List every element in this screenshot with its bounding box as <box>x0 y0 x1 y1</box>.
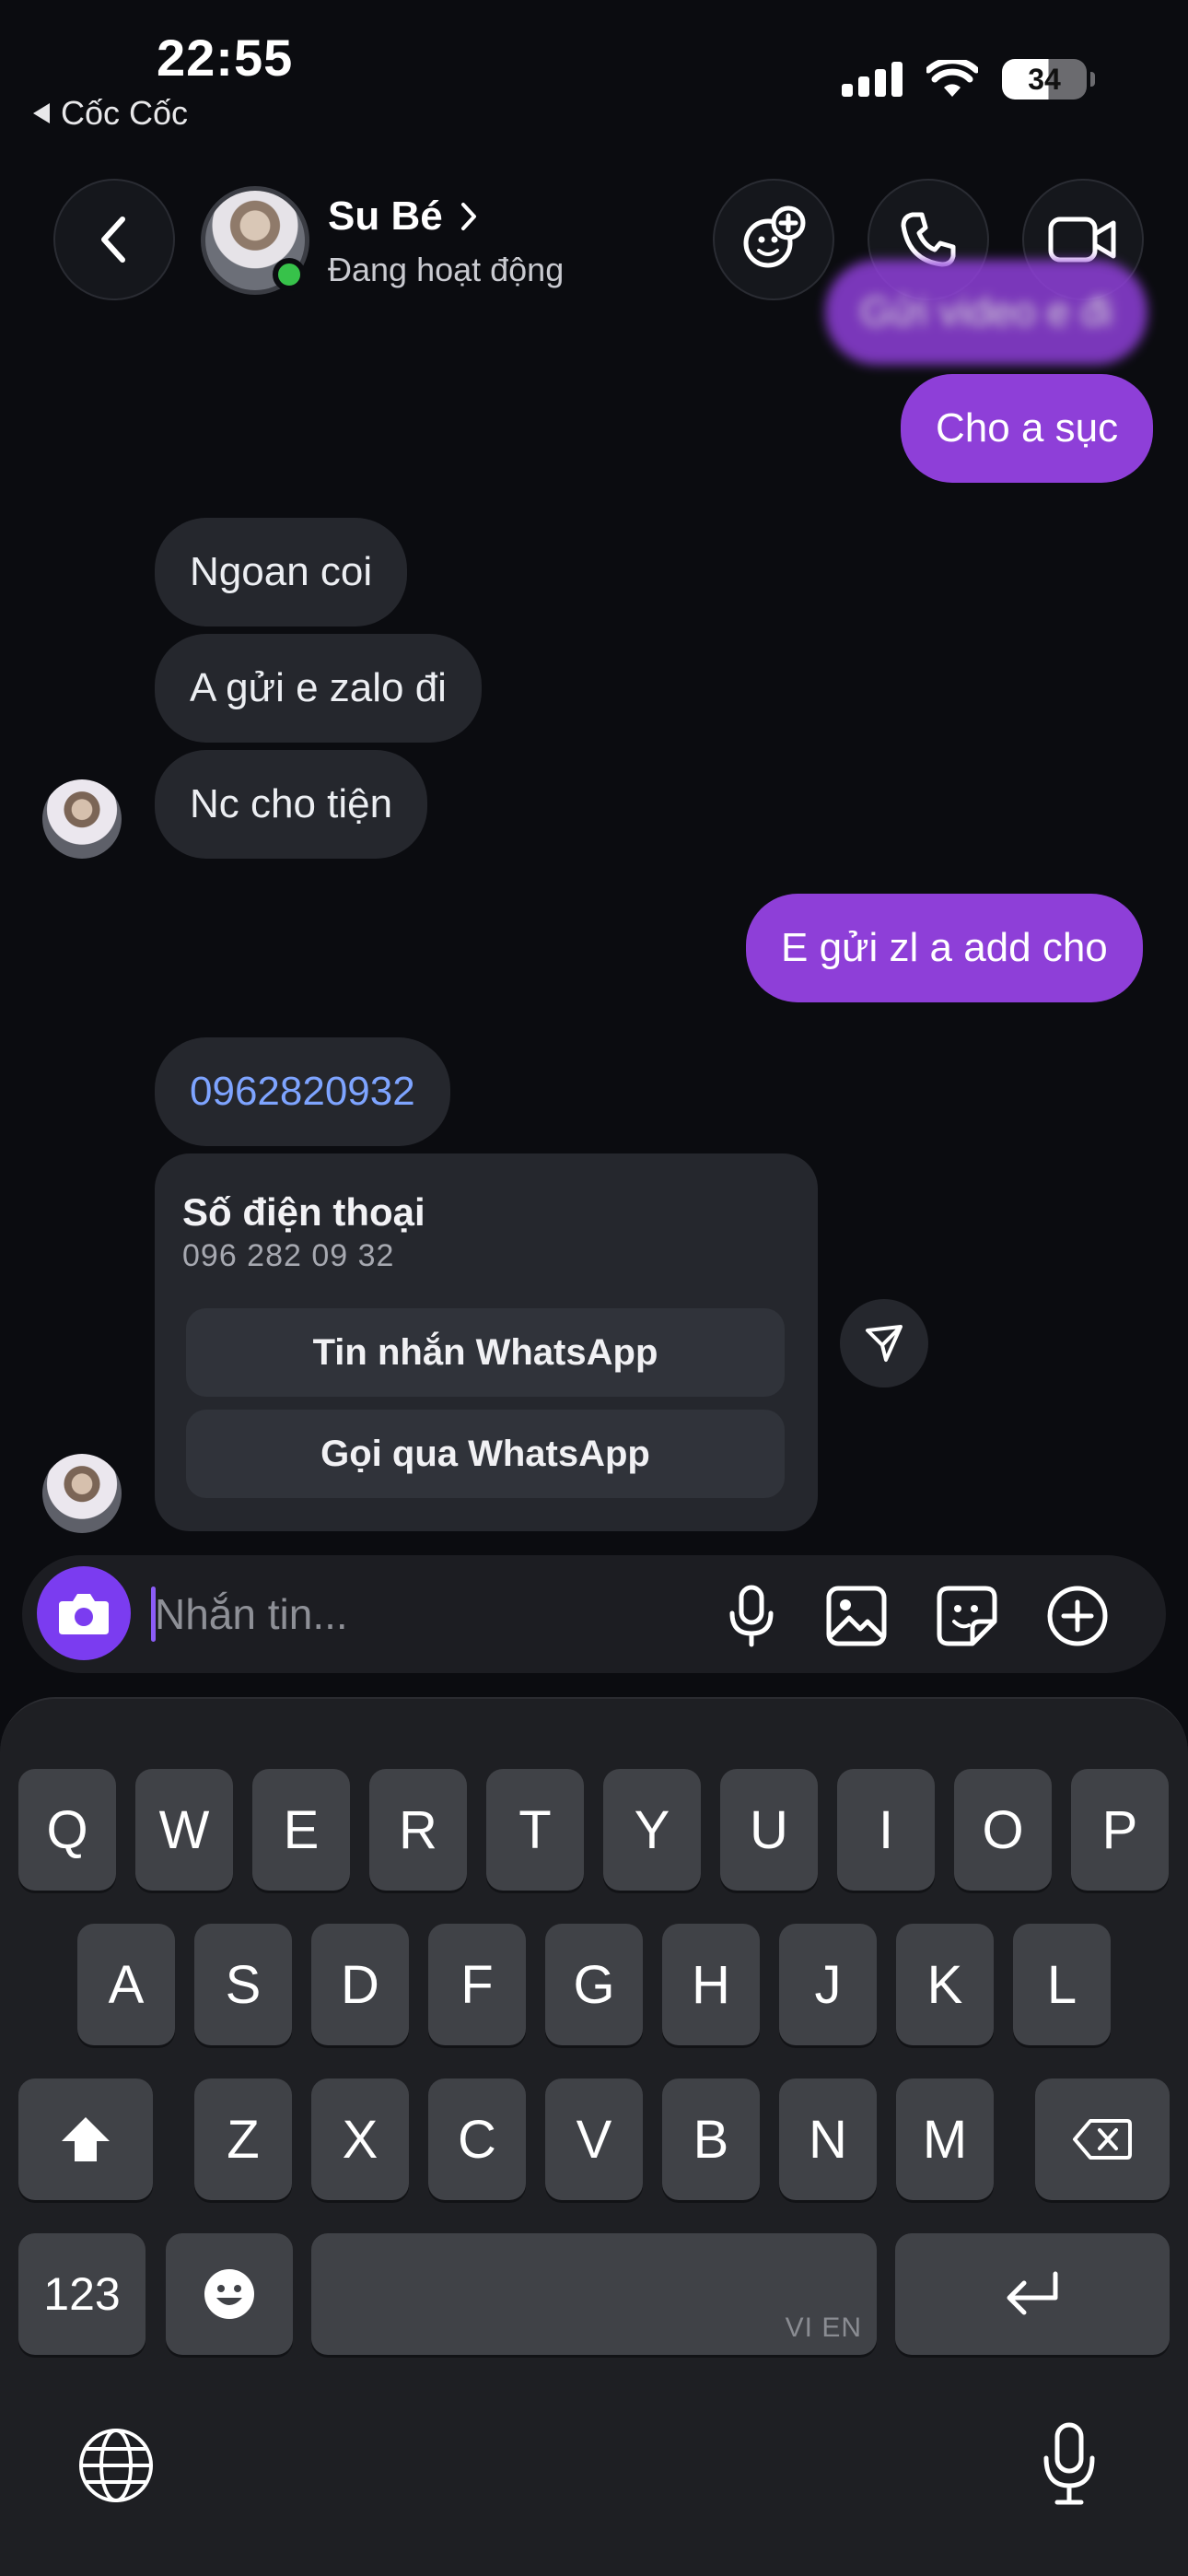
globe-button[interactable] <box>77 2427 155 2509</box>
gallery-button[interactable] <box>821 1581 891 1651</box>
emoji-key[interactable] <box>166 2233 293 2355</box>
key-d[interactable]: D <box>311 1924 409 2045</box>
key-n[interactable]: N <box>779 2078 877 2200</box>
key-x[interactable]: X <box>311 2078 409 2200</box>
whatsapp-call-button[interactable]: Gọi qua WhatsApp <box>186 1410 785 1498</box>
phone-number-message[interactable]: 0962820932 <box>155 1037 450 1146</box>
phone-number-card: Số điện thoại 096 282 09 32 Tin nhắn Wha… <box>155 1153 818 1531</box>
whatsapp-message-button[interactable]: Tin nhắn WhatsApp <box>186 1308 785 1397</box>
shift-arrow-icon <box>62 2117 110 2161</box>
key-r[interactable]: R <box>369 1769 467 1891</box>
cellular-signal-icon <box>842 62 903 97</box>
key-p[interactable]: P <box>1071 1769 1169 1891</box>
message-bubble-outgoing[interactable]: E gửi zl a add cho <box>746 894 1143 1002</box>
key-h[interactable]: H <box>662 1924 760 2045</box>
message-bubble-incoming[interactable]: Ngoan coi <box>155 518 408 626</box>
key-z[interactable]: Z <box>194 2078 292 2200</box>
camera-button[interactable] <box>37 1566 131 1660</box>
wifi-icon <box>926 60 978 97</box>
globe-icon <box>79 2429 153 2502</box>
key-g[interactable]: G <box>545 1924 643 2045</box>
message-bubble-incoming[interactable]: A gửi e zalo đi <box>155 634 482 743</box>
key-w[interactable]: W <box>135 1769 233 1891</box>
key-l[interactable]: L <box>1013 1924 1111 2045</box>
key-j[interactable]: J <box>779 1924 877 2045</box>
plus-circle-icon <box>1047 1586 1108 1646</box>
shift-key[interactable] <box>18 2078 153 2200</box>
backspace-icon <box>1073 2119 1132 2160</box>
key-e[interactable]: E <box>252 1769 350 1891</box>
sticker-icon <box>937 1586 997 1646</box>
key-c[interactable]: C <box>428 2078 526 2200</box>
key-o[interactable]: O <box>954 1769 1052 1891</box>
camera-icon <box>59 1594 109 1634</box>
send-arrow-icon <box>866 1325 903 1362</box>
message-input[interactable] <box>155 1581 670 1647</box>
status-time: 22:55 <box>157 29 294 87</box>
back-button[interactable] <box>53 179 175 300</box>
key-v[interactable]: V <box>545 2078 643 2200</box>
message-bubble-outgoing[interactable]: Cho a sục <box>901 374 1154 483</box>
space-language-label: VI EN <box>785 2313 862 2343</box>
more-options-button[interactable] <box>1042 1581 1112 1651</box>
key-s[interactable]: S <box>194 1924 292 2045</box>
key-q[interactable]: Q <box>18 1769 116 1891</box>
key-m[interactable]: M <box>896 2078 994 2200</box>
message-bubble-incoming[interactable]: Nc cho tiện <box>155 750 428 859</box>
chevron-right-icon <box>460 203 476 230</box>
video-camera-icon <box>1048 217 1116 263</box>
image-icon <box>826 1586 887 1646</box>
return-arrow-icon <box>1007 2271 1058 2315</box>
status-indicators: 34 <box>842 59 1095 100</box>
add-effect-button[interactable] <box>713 179 834 300</box>
return-key[interactable] <box>895 2233 1170 2355</box>
emoji-icon <box>204 2269 254 2319</box>
card-title: Số điện thoại <box>182 1190 425 1234</box>
card-phone-number: 096 282 09 32 <box>182 1238 395 1273</box>
sticker-button[interactable] <box>932 1581 1002 1651</box>
space-key[interactable]: VI EN <box>311 2233 877 2355</box>
online-status-dot <box>273 258 306 291</box>
microphone-icon <box>729 1585 774 1647</box>
battery-icon: 34 <box>1002 59 1095 100</box>
dictation-button[interactable] <box>1039 2421 1100 2511</box>
key-y[interactable]: Y <box>603 1769 701 1891</box>
sender-avatar[interactable] <box>42 1454 122 1533</box>
numbers-key[interactable]: 123 <box>18 2233 146 2355</box>
key-i[interactable]: I <box>837 1769 935 1891</box>
keyboard: Q W E R T Y U I O P A S D F G H J K L Z … <box>0 1697 1188 2576</box>
message-bubble-outgoing[interactable]: Gửi video e đi <box>825 260 1148 365</box>
contact-name: Su Bé <box>328 193 443 239</box>
back-app-label: Cốc Cốc <box>61 94 189 132</box>
key-u[interactable]: U <box>720 1769 818 1891</box>
key-a[interactable]: A <box>77 1924 175 2045</box>
sender-avatar[interactable] <box>42 779 122 859</box>
key-b[interactable]: B <box>662 2078 760 2200</box>
key-f[interactable]: F <box>428 1924 526 2045</box>
contact-name-link[interactable]: Su Bé <box>328 193 478 240</box>
microphone-button[interactable] <box>716 1581 786 1651</box>
back-to-app-link[interactable]: Cốc Cốc <box>33 94 188 133</box>
chevron-left-icon <box>101 217 125 263</box>
share-button[interactable] <box>840 1299 928 1388</box>
dictation-microphone-icon <box>1043 2422 1095 2505</box>
contact-status: Đang hoạt động <box>328 251 565 288</box>
backspace-key[interactable] <box>1035 2078 1170 2200</box>
key-k[interactable]: K <box>896 1924 994 2045</box>
back-triangle-icon <box>33 103 50 123</box>
sticker-add-icon <box>743 205 806 268</box>
key-t[interactable]: T <box>486 1769 584 1891</box>
